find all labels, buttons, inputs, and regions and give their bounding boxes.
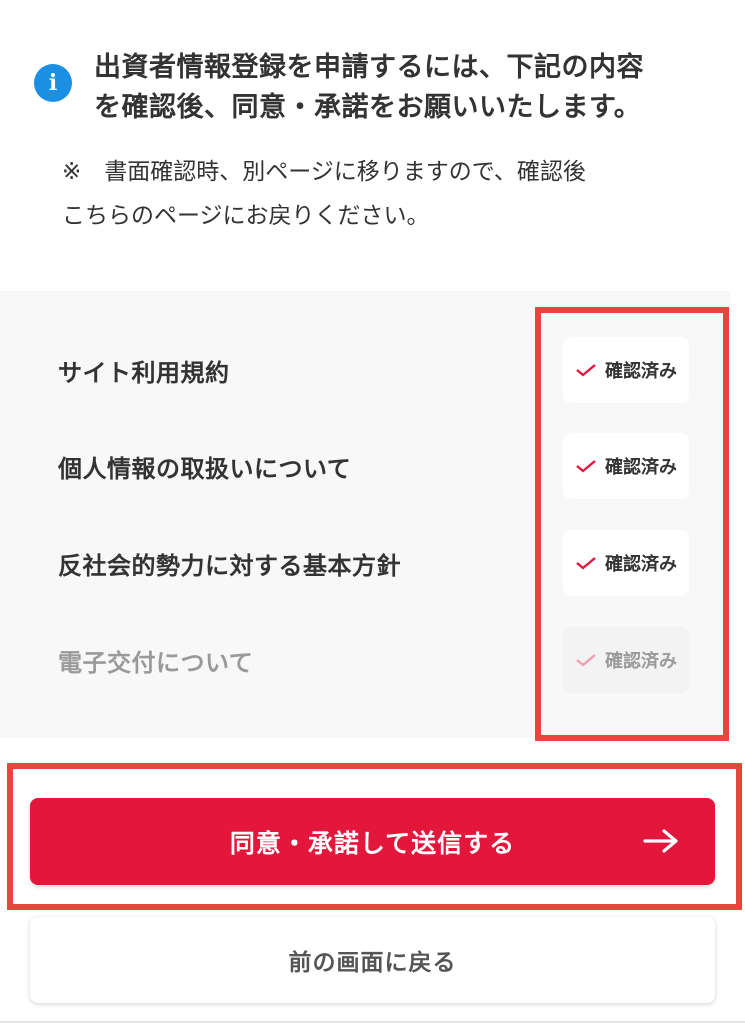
document-label: 個人情報の取扱いについて <box>58 454 352 483</box>
document-label: サイト利用規約 <box>58 358 230 387</box>
submit-button-label: 同意・承諾して送信する <box>229 828 516 858</box>
status-text: 確認済み <box>605 651 677 672</box>
check-icon <box>576 557 596 570</box>
document-label: 反社会的勢力に対する基本方針 <box>58 551 401 580</box>
arrow-right-icon <box>643 829 678 853</box>
title-line-1: 出資者情報登録を申請するには、下記の内容 <box>94 52 644 83</box>
status-text: 確認済み <box>605 554 677 575</box>
document-row-privacy[interactable]: 個人情報の取扱いについて 確認済み <box>0 432 730 500</box>
document-row-antisocial-policy[interactable]: 反社会的勢力に対する基本方針 確認済み <box>0 529 730 597</box>
check-icon <box>576 460 596 473</box>
check-icon <box>576 654 596 667</box>
agree-submit-button[interactable]: 同意・承諾して送信する <box>30 798 715 885</box>
document-row-electronic-delivery[interactable]: 電子交付について 確認済み <box>0 626 730 694</box>
back-button-label: 前の画面に戻る <box>288 950 457 976</box>
status-badge[interactable]: 確認済み <box>563 337 689 403</box>
back-button[interactable]: 前の画面に戻る <box>30 917 715 1003</box>
status-badge[interactable]: 確認済み <box>563 627 689 693</box>
document-row-site-terms[interactable]: サイト利用規約 確認済み <box>0 336 730 404</box>
status-badge[interactable]: 確認済み <box>563 433 689 499</box>
bottom-divider <box>0 1021 745 1023</box>
title-line-2: を確認後、同意・承諾をお願いいたします。 <box>94 92 642 123</box>
note-text: ※ 書面確認時、別ページに移りますので、確認後 こちらのページにお戻りください。 <box>62 150 702 238</box>
check-icon <box>576 364 596 377</box>
note-line-1: ※ 書面確認時、別ページに移りますので、確認後 <box>62 159 586 185</box>
page-title: 出資者情報登録を申請するには、下記の内容 を確認後、同意・承諾をお願いいたします… <box>94 48 644 128</box>
info-header: i 出資者情報登録を申請するには、下記の内容 を確認後、同意・承諾をお願いいたし… <box>34 48 714 128</box>
consent-page: i 出資者情報登録を申請するには、下記の内容 を確認後、同意・承諾をお願いいたし… <box>0 0 745 1024</box>
status-text: 確認済み <box>605 361 677 382</box>
document-list: サイト利用規約 確認済み 個人情報の取扱いについて 確認済み 反社会的勢力に対す… <box>0 291 730 738</box>
note-line-2: こちらのページにお戻りください。 <box>62 203 430 229</box>
info-icon: i <box>34 64 72 102</box>
status-badge[interactable]: 確認済み <box>563 530 689 596</box>
status-text: 確認済み <box>605 457 677 478</box>
document-label: 電子交付について <box>58 648 254 677</box>
